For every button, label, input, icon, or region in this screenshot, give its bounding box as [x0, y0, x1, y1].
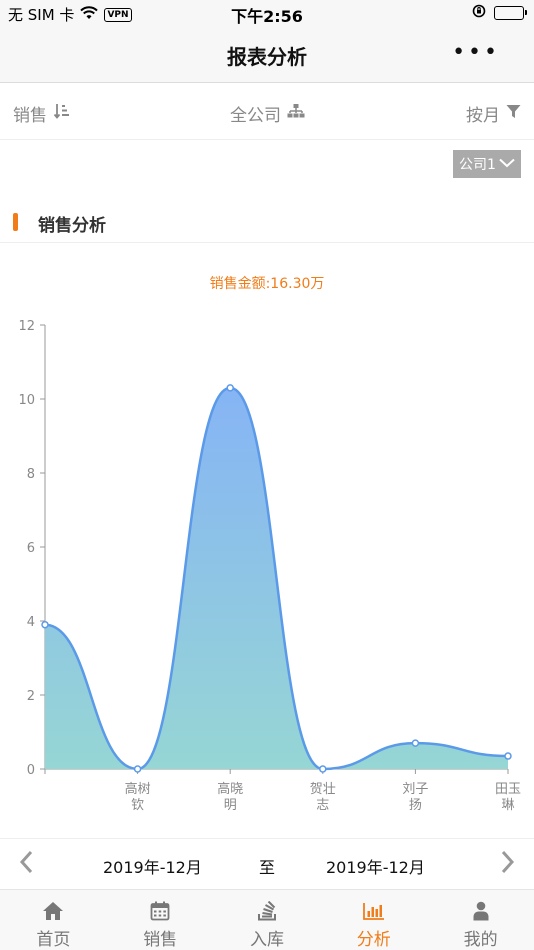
tab-analysis[interactable]: 分析 — [320, 890, 427, 950]
date-range-bar: 2019年-12月 至 2019年-12月 — [0, 838, 534, 890]
tab-me[interactable]: 我的 — [427, 890, 534, 950]
data-point[interactable] — [504, 752, 512, 760]
y-tick-label: 8 — [27, 467, 35, 482]
org-chart-icon — [287, 103, 305, 124]
status-bar: 无 SIM 卡 VPN 下午2:56 — [0, 0, 534, 28]
x-tick-label: 志 — [316, 798, 329, 813]
x-tick-label: 刘子 — [402, 782, 428, 797]
tab-stock-in[interactable]: 入库 — [214, 890, 321, 950]
section-header: 销售分析 — [0, 200, 534, 243]
tab-analysis-label: 分析 — [356, 930, 391, 950]
rotation-lock-icon — [472, 4, 486, 22]
data-point[interactable] — [133, 765, 142, 773]
data-point[interactable] — [41, 620, 49, 629]
scope-filter[interactable]: 全公司 — [230, 101, 305, 126]
tab-sales[interactable]: 销售 — [107, 890, 214, 950]
y-tick-label: 6 — [27, 541, 35, 556]
tab-bar: 首页 销售 入库 分析 我的 — [0, 890, 534, 950]
chart-title: 销售金额:16.30万 — [209, 276, 325, 292]
status-time: 下午2:56 — [231, 7, 303, 26]
x-tick-label: 琳 — [501, 798, 514, 813]
filter-bar: 销售 全公司 按月 — [0, 84, 534, 140]
sort-descending-icon — [53, 102, 71, 125]
tab-stock-in-label: 入库 — [249, 930, 284, 950]
scope-filter-label: 全公司 — [230, 106, 281, 126]
tab-home-label: 首页 — [36, 930, 71, 950]
y-tick-label: 10 — [18, 393, 35, 408]
section-accent-bar — [13, 213, 18, 231]
previous-period-button[interactable] — [18, 849, 34, 882]
filter-funnel-icon — [506, 104, 521, 124]
data-point[interactable] — [319, 765, 327, 773]
next-period-button[interactable] — [500, 849, 516, 882]
tab-me-label: 我的 — [463, 930, 498, 950]
y-tick-label: 12 — [18, 319, 35, 334]
stack-icon — [257, 900, 277, 921]
chevron-left-icon — [19, 850, 33, 874]
more-options-button[interactable]: ••• — [452, 40, 500, 65]
period-filter[interactable]: 按月 — [466, 101, 521, 126]
tab-home[interactable]: 首页 — [0, 890, 107, 950]
company-select-value: 公司1 — [459, 157, 496, 173]
sort-filter[interactable]: 销售 — [13, 101, 71, 126]
y-tick-label: 4 — [27, 615, 35, 630]
y-tick-label: 2 — [27, 689, 35, 704]
data-point[interactable] — [411, 739, 420, 747]
x-tick-label: 钦 — [131, 798, 144, 813]
sales-area-chart: 0 2 4 6 8 10 12 高树钦 高晓明 贺壮志 刘子扬 田玉琳 — [18, 319, 521, 813]
x-tick-label: 明 — [224, 798, 237, 813]
x-tick-label: 高晓 — [217, 781, 243, 797]
calendar-icon — [150, 900, 170, 921]
y-tick-label: 0 — [27, 763, 35, 778]
period-filter-label: 按月 — [466, 106, 500, 126]
tab-sales-label: 销售 — [143, 930, 178, 950]
date-separator: 至 — [259, 858, 276, 877]
section-title: 销售分析 — [38, 216, 106, 236]
x-tick-label: 扬 — [409, 798, 422, 813]
data-point[interactable] — [226, 384, 234, 392]
x-tick-label: 贺壮 — [310, 782, 336, 797]
start-date[interactable]: 2019年-12月 — [103, 854, 202, 878]
chevron-right-icon — [501, 850, 515, 874]
nav-bar: 报表分析 ••• — [0, 28, 534, 83]
x-tick-label: 田玉 — [495, 782, 521, 797]
home-icon — [42, 900, 64, 921]
x-tick-label: 高树 — [125, 781, 151, 797]
chevron-down-icon — [499, 156, 515, 172]
end-date[interactable]: 2019年-12月 — [326, 854, 425, 878]
bar-chart-icon — [362, 900, 385, 921]
status-right — [472, 4, 527, 22]
user-icon — [472, 900, 490, 921]
company-select[interactable]: 公司1 — [453, 150, 521, 178]
battery-icon — [494, 6, 527, 20]
sort-filter-label: 销售 — [13, 106, 47, 126]
